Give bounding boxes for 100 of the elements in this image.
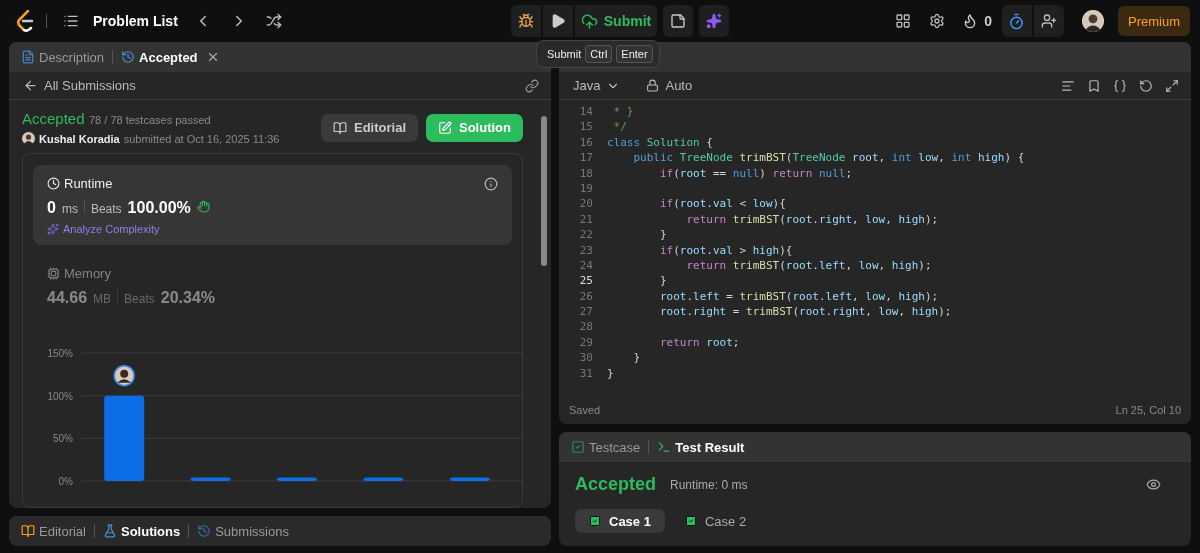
pen-icon <box>438 120 452 135</box>
tick-label: 0% <box>58 476 73 487</box>
testcases-label: 78 / 78 testcases passed <box>89 114 211 126</box>
link-icon[interactable] <box>525 78 539 93</box>
beats-label: Beats <box>90 202 122 216</box>
flask-icon <box>102 524 117 538</box>
line-number: 25 <box>578 273 593 289</box>
ai-button[interactable] <box>699 5 730 37</box>
tick-label: 150% <box>47 348 73 359</box>
streak-button[interactable]: 0 <box>956 5 998 37</box>
debug-button[interactable] <box>510 5 541 37</box>
submit-button[interactable]: Submit <box>574 5 658 37</box>
author-name[interactable]: Kushal Koradia <box>39 132 120 145</box>
back-link[interactable]: All Submissions <box>17 77 142 94</box>
sparkle-icon <box>706 13 723 29</box>
lock-icon <box>646 79 660 92</box>
timer-icon <box>1008 12 1026 30</box>
line-number: 22 <box>578 227 593 243</box>
tooltip: Submit Ctrl Enter <box>536 40 660 68</box>
beats-label: Beats <box>124 292 155 306</box>
metric-title: Memory <box>64 266 111 281</box>
bar[interactable] <box>104 395 145 481</box>
mode-label[interactable]: Auto <box>640 77 699 94</box>
code-line: return trimBST(root.left, low, high); <box>685 257 932 274</box>
tab[interactable]: Testcase <box>569 439 643 455</box>
code-line: } <box>632 350 641 366</box>
expand-icon[interactable] <box>1165 78 1179 93</box>
action-button[interactable]: Editorial <box>321 113 418 142</box>
case-tab[interactable]: Case 2 <box>670 509 761 533</box>
invite-button[interactable] <box>1034 5 1064 37</box>
unit-label: MB <box>93 292 112 306</box>
info-icon[interactable] <box>484 176 498 191</box>
line-number: 29 <box>578 334 593 351</box>
braces-icon[interactable] <box>1113 78 1127 93</box>
note-icon <box>670 13 687 29</box>
language-select[interactable]: Java <box>567 77 627 94</box>
tab[interactable]: Description <box>19 49 107 65</box>
scrollbar[interactable] <box>541 116 547 266</box>
check-icon <box>589 515 601 527</box>
bar[interactable] <box>277 477 317 481</box>
premium-button[interactable]: Premium <box>1118 6 1190 36</box>
bookmark-icon[interactable] <box>1087 78 1101 93</box>
back-arrow-icon <box>23 78 38 93</box>
tab[interactable]: Submissions <box>195 523 291 539</box>
tab[interactable]: Editorial <box>19 523 88 539</box>
problem-list-button[interactable]: Problem List <box>57 5 184 37</box>
chip-icon <box>47 267 60 280</box>
code-line: root.right = trimBST(root.right, low, high); <box>658 304 952 320</box>
case-tab[interactable]: Case 1 <box>575 509 665 533</box>
metric-value: 0 <box>47 199 56 217</box>
bar[interactable] <box>449 477 490 481</box>
runtime-label: Runtime: 0 ms <box>670 477 748 492</box>
shuffle-icon[interactable] <box>265 13 282 29</box>
line-number: 26 <box>578 288 593 305</box>
cloud-upload-icon <box>580 12 598 30</box>
code-line: return root; <box>658 334 740 351</box>
tab[interactable]: Solutions <box>100 523 183 539</box>
result-status: Accepted <box>575 474 657 495</box>
history-icon <box>197 524 212 538</box>
line-number: 14 <box>578 104 593 120</box>
line-number: 31 <box>578 365 593 382</box>
beats-value: 20.34% <box>160 289 215 307</box>
status-label: Accepted <box>22 110 85 127</box>
code-line: public TreeNode trimBST(TreeNode root, int low, int high) { <box>632 150 1025 166</box>
beats-value: 100.00% <box>127 199 191 217</box>
tab[interactable]: Accepted <box>119 49 200 65</box>
metric-title: Runtime <box>64 176 113 191</box>
tab[interactable]: Test Result <box>655 439 747 455</box>
key-label: Ctrl <box>585 45 613 63</box>
code-line: class Solution { <box>607 134 713 151</box>
checkbox-icon <box>571 440 585 454</box>
bug-icon <box>517 13 534 29</box>
timer-button[interactable] <box>1002 5 1032 37</box>
line-number: 30 <box>578 350 593 366</box>
line-number: 16 <box>578 134 593 151</box>
book-icon <box>333 120 347 135</box>
eye-icon[interactable] <box>1146 477 1161 492</box>
history-icon <box>121 50 136 64</box>
line-number: 23 <box>578 242 593 258</box>
logo[interactable] <box>16 10 36 32</box>
notes-button[interactable] <box>663 5 694 37</box>
metric-card[interactable]: Runtime 0 ms Beats 100.00% Analyze Complexity <box>33 165 512 245</box>
bar[interactable] <box>190 477 231 481</box>
save-status: Saved <box>569 404 601 416</box>
avatar <box>113 364 135 387</box>
bar[interactable] <box>363 477 404 481</box>
code-line: root.left = trimBST(root.left, low, high); <box>658 288 939 305</box>
sparkle-icon <box>47 223 59 235</box>
analyze-link[interactable]: Analyze Complexity <box>63 223 160 235</box>
line-number: 24 <box>578 257 593 274</box>
list-icon <box>63 13 79 29</box>
format-icon[interactable] <box>1061 78 1075 93</box>
line-number: 18 <box>578 165 593 181</box>
run-button[interactable] <box>542 5 573 37</box>
reset-icon[interactable] <box>1139 78 1153 93</box>
metric-card[interactable]: Memory 44.66 MB Beats 20.34% <box>33 255 512 317</box>
code-line: } <box>607 365 614 382</box>
avatar <box>1082 10 1104 32</box>
check-icon <box>684 515 697 527</box>
line-number: 17 <box>578 150 593 166</box>
